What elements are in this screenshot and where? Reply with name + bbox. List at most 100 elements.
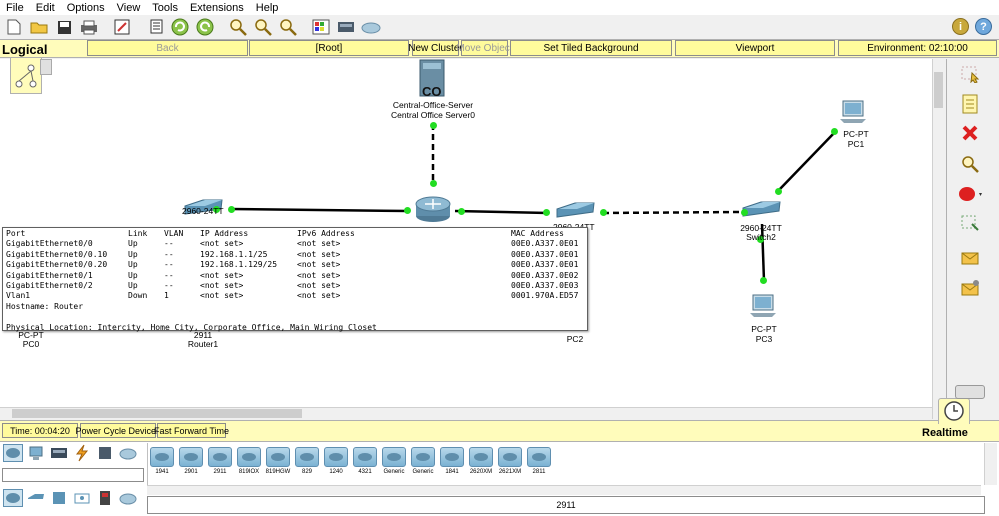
custom-device-icon[interactable] [336,18,356,36]
table-row: GigabitEthernet0/0 Up -- <not set> <not set>… [6,239,581,249]
device-tile-819hgw[interactable]: 819HGW [265,447,291,477]
environment-button[interactable]: Environment: 02:10:00 [838,40,997,56]
link-status-dot [741,209,748,216]
device-tile-829[interactable]: 829 [294,447,320,477]
palette-icon[interactable] [311,18,331,36]
device-tile-1841[interactable]: 1841 [439,447,465,477]
link-status-dot [775,188,782,195]
device-list-vertical-scrollbar[interactable] [984,443,997,485]
network-devices-category-icon[interactable] [3,444,23,462]
help-icon[interactable]: i [952,18,969,35]
copy-icon[interactable] [145,18,165,36]
zoom-in-icon[interactable] [228,18,248,36]
redo-icon[interactable] [195,18,215,36]
back-button[interactable]: Back [87,40,248,56]
vertical-scroll-thumb[interactable] [934,72,943,108]
zoom-reset-icon[interactable] [253,18,273,36]
menu-edit[interactable]: Edit [30,2,61,14]
device-tile-4321[interactable]: 4321 [352,447,378,477]
link-switch1-switch2 [602,210,742,215]
workspace-vertical-scrollbar[interactable] [932,59,945,419]
resize-shape-tool-icon[interactable] [958,212,982,234]
device-tile-generic[interactable]: Generic [381,447,407,477]
device-tile-2620xm[interactable]: 2620XM [468,447,494,477]
device-tile-2901[interactable]: 2901 [178,447,204,477]
ip-cell: 192.168.1.129/25 [200,260,278,270]
link-switch2-pc1 [778,130,837,191]
device-tile-generic[interactable]: Generic [410,447,436,477]
header-vlan: VLAN [164,229,184,238]
device-tile-1240[interactable]: 1240 [323,447,349,477]
vlan-cell: -- [164,260,174,270]
components-category-icon[interactable] [49,444,69,462]
router-icon [415,196,451,222]
cluster-cloud-icon[interactable] [361,18,381,36]
zoom-out-icon[interactable] [278,18,298,36]
menu-view[interactable]: View [111,2,147,14]
save-icon[interactable] [54,18,74,36]
viewport-button[interactable]: Viewport [675,40,835,56]
vlan-cell: -- [164,239,174,249]
device-tile-label: 1240 [329,469,343,475]
wan-emulation-subcategory-icon[interactable] [118,489,138,507]
pc0-name-label: PC0 [22,339,40,349]
switches-subcategory-icon[interactable] [26,489,46,507]
move-object-button[interactable]: Move Object [456,40,513,56]
root-button[interactable]: [Root] [249,40,409,56]
set-tiled-background-button[interactable]: Set Tiled Background [510,40,672,56]
draw-shape-tool-icon[interactable] [958,183,982,205]
ipv6-cell: <not set> [297,281,341,291]
menu-extensions[interactable]: Extensions [184,2,250,14]
device-tile-1941[interactable]: 1941 [149,447,175,477]
realtime-toggle[interactable] [955,385,985,399]
miscellaneous-category-icon[interactable] [95,444,115,462]
device-list-horizontal-scrollbar[interactable] [147,485,981,495]
delete-tool-icon[interactable] [958,122,982,144]
print-icon[interactable] [79,18,99,36]
link-status-dot [228,206,235,213]
device-tile-2621xm[interactable]: 2621XM [497,447,523,477]
note-tool-icon[interactable] [958,93,982,115]
link-status-dot [404,207,411,214]
add-complex-pdu-icon[interactable] [958,277,982,299]
connections-category-icon[interactable] [72,444,92,462]
add-simple-pdu-icon[interactable] [958,247,982,269]
new-cluster-button[interactable]: New Cluster [408,40,463,56]
power-cycle-devices-button[interactable]: Power Cycle Devices [75,423,161,438]
mac-cell: 0001.970A.ED57 [511,291,579,301]
hubs-subcategory-icon[interactable] [49,489,69,507]
port-cell: GigabitEthernet0/0 [6,239,93,249]
pc1-name-label: PC1 [847,139,865,149]
wireless-subcategory-icon[interactable] [72,489,92,507]
menu-help[interactable]: Help [250,2,285,14]
routers-subcategory-icon[interactable] [3,489,23,507]
device-tile-2911[interactable]: 2911 [207,447,233,477]
question-icon[interactable]: ? [975,18,992,35]
open-folder-icon[interactable] [29,18,49,36]
undo-icon[interactable] [170,18,190,36]
link-status-dot [430,180,437,187]
horizontal-scroll-thumb[interactable] [12,409,302,418]
multiuser-category-icon[interactable] [118,444,138,462]
security-subcategory-icon[interactable] [95,489,115,507]
select-tool-icon[interactable] [958,63,982,85]
realtime-tab[interactable] [938,398,970,424]
fast-forward-time-button[interactable]: Fast Forward Time [154,423,229,438]
activity-wizard-icon[interactable] [112,18,132,36]
vlan-cell: -- [164,270,174,280]
pc3-icon [750,294,776,317]
link-status-dot [458,208,465,215]
new-file-icon[interactable] [4,18,24,36]
inspect-tool-icon[interactable] [958,153,982,175]
device-tile-2811[interactable]: 2811 [526,447,552,477]
menu-options[interactable]: Options [61,2,111,14]
device-tile-819iox[interactable]: 819IOX [236,447,262,477]
port-info-tooltip: Port Link VLAN IP Address IPv6 Address M… [2,227,588,332]
menu-file[interactable]: File [0,2,30,14]
device-tile-label: Generic [383,469,405,475]
menu-tools[interactable]: Tools [146,2,184,14]
toolbar [0,15,999,39]
end-devices-category-icon[interactable] [26,444,46,462]
switch-mid-icon [556,202,595,218]
link-cell: Up [128,281,138,291]
